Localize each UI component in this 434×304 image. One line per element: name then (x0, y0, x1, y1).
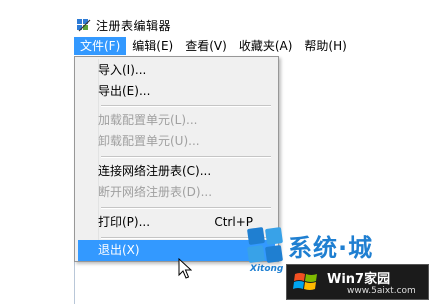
mouse-cursor-icon (178, 258, 192, 279)
watermark-brand: 系统·城 (288, 234, 374, 262)
window-title: 注册表编辑器 (96, 18, 172, 33)
menu-item-import[interactable]: 导入(I)... (78, 60, 275, 81)
menu-item-label: 打印(P)... (98, 215, 151, 229)
menu-item-connect-network-registry[interactable]: 连接网络注册表(C)... (78, 161, 275, 182)
badge-title: Win7家园 (327, 272, 391, 287)
menu-item-export[interactable]: 导出(E)... (78, 81, 275, 102)
menu-favorites[interactable]: 收藏夹(A) (233, 37, 299, 55)
menu-item-load-hive: 加载配置单元(L)... (98, 113, 198, 127)
title-bar: 注册表编辑器 (74, 14, 374, 36)
menu-edit[interactable]: 编辑(E) (126, 37, 179, 55)
watermark-sub: Xitong (250, 264, 284, 274)
menu-bar: 文件(F) 编辑(E) 查看(V) 收藏夹(A) 帮助(H) (74, 36, 374, 56)
menu-separator (101, 207, 271, 209)
regedit-icon (77, 19, 91, 32)
win7-badge: Win7家园 www.5aixt.com (286, 264, 429, 300)
menu-separator (101, 156, 271, 158)
menu-file[interactable]: 文件(F) (74, 37, 127, 55)
windows-flag-icon (293, 273, 317, 290)
screenshot: 注册表编辑器 文件(F) 编辑(E) 查看(V) 收藏夹(A) 帮助(H) 导入… (0, 0, 434, 304)
menu-separator (101, 105, 271, 107)
menu-help[interactable]: 帮助(H) (298, 37, 352, 55)
menu-item-unload-hive: 卸载配置单元(U)... (98, 134, 200, 148)
menu-item-disconnect-network-registry: 断开网络注册表(D)... (98, 185, 213, 199)
badge-url: www.5aixt.com (347, 286, 416, 296)
menu-view[interactable]: 查看(V) (179, 37, 233, 55)
